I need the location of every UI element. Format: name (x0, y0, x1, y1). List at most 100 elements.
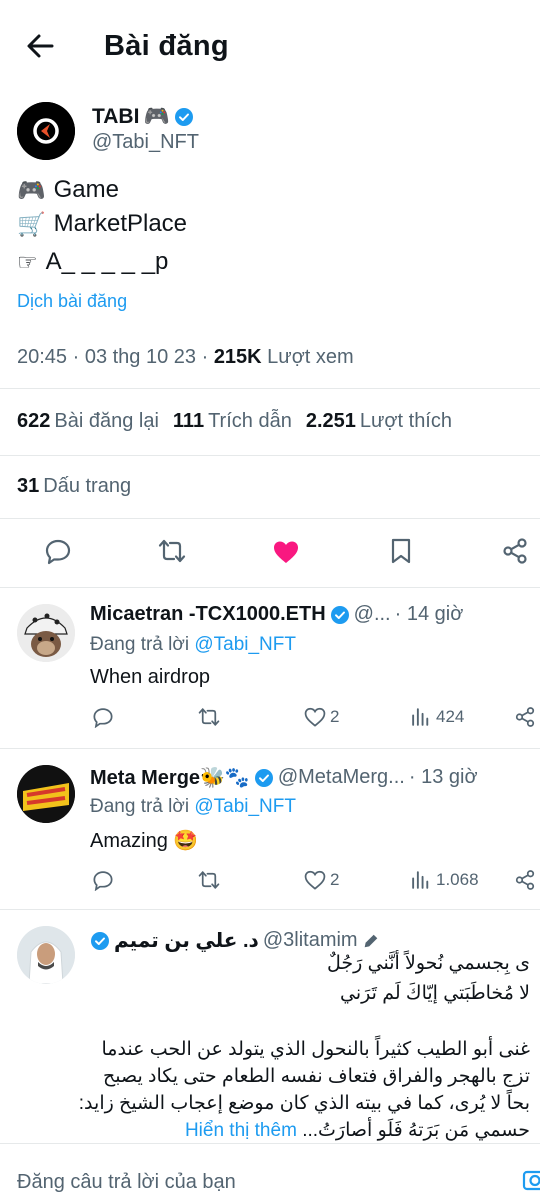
gamepad-emoji: 🎮 (17, 176, 46, 203)
engagement-stats: 622 Bài đăng lại 111 Trích dẫn 2.251 Lượt t… (17, 410, 452, 433)
post-timestamp: 20:45 · 03 thg 10 23 · (17, 346, 214, 368)
reply-text-line-last: حسمي مَن بَرَتهُ فَلَو أصارَتُ... Hiển t… (185, 1119, 530, 1142)
replying-prefix: Đang trả lời (90, 634, 195, 655)
reply-like-count: 2 (330, 870, 340, 889)
replying-to: Đang trả lời @Tabi_NFT (90, 796, 296, 818)
reply-author-name[interactable]: د. علي بن تميم (114, 928, 259, 953)
reply-comment-button[interactable] (92, 706, 114, 728)
reply-text-line: بحاً لا يُرى، كما في بيته الذي كان موضع … (78, 1093, 530, 1114)
show-more-link[interactable]: Hiển thị thêm (185, 1120, 297, 1141)
reply-text: When airdrop (90, 666, 211, 688)
back-arrow-icon[interactable] (24, 30, 56, 62)
quotes-label: Trích dẫn (208, 410, 292, 432)
reply-text-line: غنى أبو الطيب كثيراً بالنحول الذي يتولد … (101, 1039, 530, 1060)
meta-merge-logo-icon (17, 765, 75, 823)
heart-icon (304, 707, 326, 727)
reply-text-line: لا مُخاطَبَتي إيّاكَ لَم تَرَني (340, 983, 530, 1004)
divider (0, 748, 540, 749)
reply-repost-button[interactable] (198, 869, 220, 891)
replying-mention[interactable]: @Tabi_NFT (194, 634, 296, 655)
reply-time: · 14 giờ (394, 603, 464, 625)
reply-comment-button[interactable] (92, 869, 114, 891)
cart-emoji: 🛒 (17, 210, 46, 237)
reply-view-count: 1.068 (436, 870, 479, 889)
bookmarks-count: 31 (17, 475, 40, 497)
reply-header: Meta Merge🐝🐾 @MetaMerg... · 13 giờ (90, 765, 478, 790)
post-line-hint: ☞ A_ _ _ _ _p (17, 248, 168, 276)
reply-icon (93, 708, 113, 728)
top-bar: Bài đăng (0, 0, 540, 90)
bookmark-icon[interactable] (387, 537, 415, 565)
quotes-count: 111 (172, 410, 205, 432)
gamepad-emoji: 🎮 (143, 105, 170, 128)
heart-icon (304, 870, 326, 890)
reply-icon[interactable] (44, 537, 72, 565)
pencil-icon (364, 934, 377, 947)
views-label: Lượt xem (261, 346, 354, 368)
bookmarks-stat[interactable]: 31 Dấu trang (17, 475, 131, 498)
reply-text-line: حسمي مَن بَرَتهُ فَلَو أصارَتُ... (302, 1120, 530, 1141)
divider (0, 518, 540, 519)
author-handle[interactable]: @Tabi_NFT (92, 131, 199, 154)
reply-views[interactable]: 1.068 (410, 869, 479, 891)
replying-mention[interactable]: @Tabi_NFT (194, 796, 296, 817)
author-avatar[interactable] (17, 102, 75, 160)
camera-icon[interactable] (522, 1166, 540, 1192)
reply-views[interactable]: 424 (410, 706, 464, 728)
share-icon (515, 870, 535, 890)
compose-placeholder[interactable]: Đăng câu trả lời của bạn (17, 1171, 236, 1194)
likes-stat[interactable]: 2.251 Lượt thích (306, 410, 452, 433)
likes-label: Lượt thích (359, 410, 452, 432)
reply-avatar[interactable] (17, 926, 75, 984)
replying-to: Đang trả lời @Tabi_NFT (90, 634, 296, 656)
reply-avatar[interactable] (17, 604, 75, 662)
divider (0, 587, 540, 588)
like-heart-icon[interactable] (272, 538, 300, 566)
likes-count: 2.251 (305, 410, 356, 432)
replying-prefix: Đang trả lời (90, 796, 195, 817)
reply-author-handle[interactable]: @MetaMerg... (278, 766, 405, 789)
repost-icon[interactable] (158, 537, 186, 565)
reply-author-name[interactable]: Micaetran -TCX1000.ETH (90, 603, 326, 626)
share-icon (515, 707, 535, 727)
reply-header: Micaetran -TCX1000.ETH @... · 14 giờ (90, 603, 463, 626)
reply-like-button[interactable]: 2 (304, 869, 339, 891)
reply-author-handle[interactable]: @3litamim (263, 929, 358, 952)
post-meta: 20:45 · 03 thg 10 23 · 215K Lượt xem (17, 346, 354, 369)
post-line-game: 🎮 Game (17, 176, 119, 204)
divider (0, 388, 540, 389)
reply-text: Amazing 🤩 (90, 830, 199, 852)
author-name-text: TABI (92, 105, 140, 128)
reply-author-name[interactable]: Meta Merge🐝🐾 (90, 765, 250, 790)
share-icon[interactable] (501, 537, 529, 565)
tabi-logo-icon (17, 102, 75, 160)
reply-repost-button[interactable] (198, 706, 220, 728)
verified-badge-icon (330, 605, 349, 624)
page-title: Bài đăng (104, 30, 229, 62)
views-count: 215K (213, 346, 262, 368)
reply-like-button[interactable]: 2 (304, 706, 339, 728)
reposts-label: Bài đăng lại (54, 410, 159, 432)
verified-badge-icon (254, 768, 273, 787)
translate-post-link[interactable]: Dịch bài đăng (17, 291, 127, 312)
reply-share-button[interactable] (514, 869, 536, 891)
divider (0, 909, 540, 910)
reply-like-count: 2 (330, 707, 340, 726)
views-chart-icon (412, 708, 429, 726)
divider (0, 455, 540, 456)
reply-share-button[interactable] (514, 706, 536, 728)
reply-author-handle[interactable]: @... (354, 603, 391, 626)
quotes-stat[interactable]: 111 Trích dẫn (173, 410, 292, 433)
reply-avatar[interactable] (17, 765, 75, 823)
verified-badge-icon (91, 931, 109, 950)
verified-badge-icon (174, 108, 193, 126)
reply-text-line: تزج بالهجر والفراق فتعاف نفسه الطعام حتى… (103, 1066, 530, 1087)
reply-text-line: ى بِجسمي نُحولاً أنَّني رَجُلٌ (327, 953, 530, 974)
ape-avatar-icon (17, 604, 75, 662)
repost-icon (198, 708, 220, 726)
reposts-count: 622 (17, 410, 51, 432)
pointing-hand-icon: ☞ (17, 248, 38, 275)
reposts-stat[interactable]: 622 Bài đăng lại (17, 410, 159, 433)
author-name[interactable]: TABI 🎮 (92, 105, 194, 129)
reply-compose-bar[interactable]: Đăng câu trả lời của bạn (0, 1143, 540, 1200)
